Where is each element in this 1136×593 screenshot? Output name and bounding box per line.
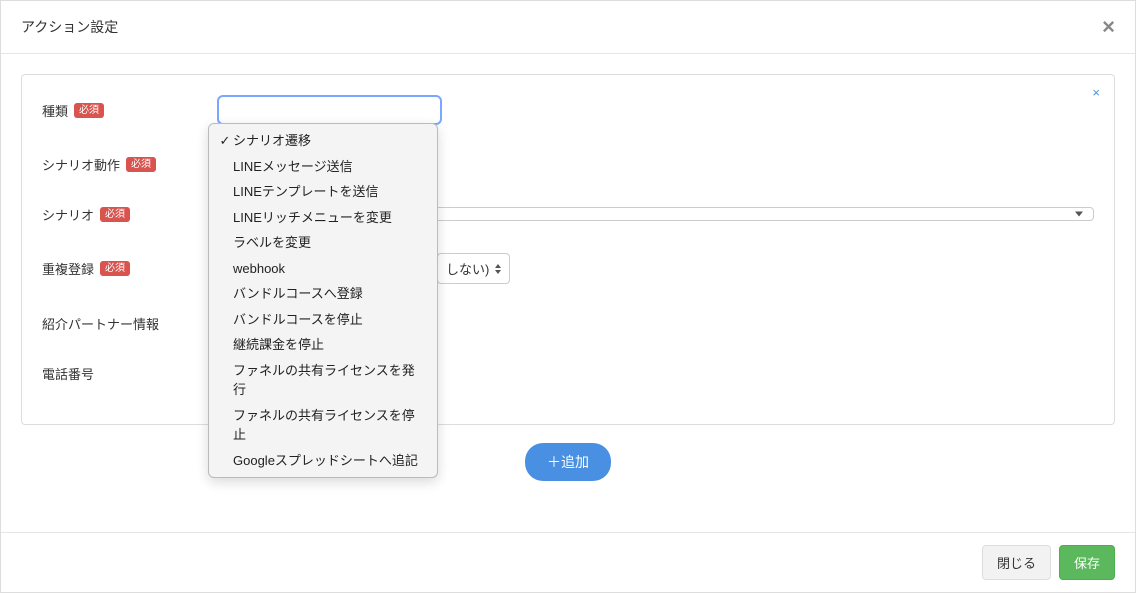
row-duplicate: 重複登録 必須 しない) (42, 253, 1094, 284)
type-dropdown-option[interactable]: ファネルの共有ライセンスを停止 (209, 403, 437, 448)
modal-header: アクション設定 × (1, 1, 1135, 54)
required-badge: 必須 (126, 157, 156, 172)
type-dropdown-menu: ✓シナリオ遷移 LINEメッセージ送信 LINEテンプレートを送信 LINEリッチメニ… (208, 123, 438, 478)
type-dropdown-option[interactable]: バンドルコースへ登録 (209, 281, 437, 307)
modal-dialog: アクション設定 × × 種類 必須 シナリオ動作 必須 (0, 0, 1136, 593)
modal-footer: 閉じる 保存 (1, 532, 1135, 592)
close-button[interactable]: 閉じる (982, 545, 1051, 580)
row-type: 種類 必須 (42, 95, 1094, 125)
caret-down-icon (1075, 212, 1083, 217)
label-partner-info-text: 紹介パートナー情報 (42, 314, 159, 333)
label-duplicate-text: 重複登録 (42, 259, 94, 278)
type-dropdown-option-label: LINEメッセージ送信 (233, 157, 353, 177)
type-dropdown-option[interactable]: ラベルを変更 (209, 230, 437, 256)
label-partner-info: 紹介パートナー情報 (42, 314, 217, 333)
type-dropdown-option-label: ファネルの共有ライセンスを発行 (233, 361, 427, 400)
required-badge: 必須 (100, 261, 130, 276)
label-type: 種類 必須 (42, 101, 217, 120)
modal-title: アクション設定 (21, 17, 118, 37)
label-phone-text: 電話番号 (42, 364, 94, 383)
type-select[interactable] (217, 95, 442, 125)
type-dropdown-option[interactable]: LINEリッチメニューを変更 (209, 205, 437, 231)
type-dropdown-option[interactable]: Googleスプレッドシートへ追記 (209, 448, 437, 474)
label-phone: 電話番号 (42, 364, 217, 383)
duplicate-select-value: しない) (446, 259, 489, 278)
type-field-area (217, 95, 1094, 125)
close-icon[interactable]: × (1102, 16, 1115, 38)
required-badge: 必須 (74, 103, 104, 118)
type-dropdown-option[interactable]: ファネルの共有ライセンスを発行 (209, 358, 437, 403)
type-dropdown-option-label: バンドルコースへ登録 (233, 284, 363, 304)
updown-arrows-icon (495, 264, 501, 274)
type-dropdown-option-label: LINEテンプレートを送信 (233, 182, 379, 202)
save-button[interactable]: 保存 (1059, 545, 1115, 580)
type-dropdown-option-label: ラベルを変更 (233, 233, 311, 253)
label-scenario: シナリオ 必須 (42, 205, 217, 224)
label-type-text: 種類 (42, 101, 68, 120)
row-scenario-action: シナリオ動作 必須 (42, 153, 1094, 175)
type-dropdown-option[interactable]: LINEメッセージ送信 (209, 154, 437, 180)
row-scenario: シナリオ 必須 (42, 203, 1094, 225)
required-badge: 必須 (100, 207, 130, 222)
type-dropdown-option-label: LINEリッチメニューを変更 (233, 208, 392, 228)
type-dropdown-option-label: webhook (233, 259, 285, 279)
add-button[interactable]: ＋追加 (525, 443, 611, 481)
type-dropdown-option[interactable]: 継続課金を停止 (209, 332, 437, 358)
type-dropdown-option[interactable]: バンドルコースを停止 (209, 307, 437, 333)
label-duplicate: 重複登録 必須 (42, 259, 217, 278)
action-panel: × 種類 必須 シナリオ動作 必須 (21, 74, 1115, 425)
add-row: ＋追加 (21, 443, 1115, 481)
type-dropdown-option[interactable]: ✓シナリオ遷移 (209, 128, 437, 154)
check-icon: ✓ (217, 131, 233, 151)
modal-body: × 種類 必須 シナリオ動作 必須 (1, 54, 1135, 532)
type-dropdown-option-label: Googleスプレッドシートへ追記 (233, 451, 418, 471)
label-scenario-action-text: シナリオ動作 (42, 155, 120, 174)
label-scenario-text: シナリオ (42, 205, 94, 224)
label-scenario-action: シナリオ動作 必須 (42, 155, 217, 174)
type-dropdown-option-label: 継続課金を停止 (233, 335, 324, 355)
type-dropdown-option-label: シナリオ遷移 (233, 131, 311, 151)
type-dropdown-option[interactable]: LINEテンプレートを送信 (209, 179, 437, 205)
type-dropdown-option[interactable]: webhook (209, 256, 437, 282)
duplicate-select[interactable]: しない) (437, 253, 510, 284)
type-dropdown-option-label: バンドルコースを停止 (233, 310, 363, 330)
row-phone: 電話番号 (42, 362, 1094, 384)
type-dropdown-option-label: ファネルの共有ライセンスを停止 (233, 406, 427, 445)
row-partner-info: 紹介パートナー情報 (42, 312, 1094, 334)
